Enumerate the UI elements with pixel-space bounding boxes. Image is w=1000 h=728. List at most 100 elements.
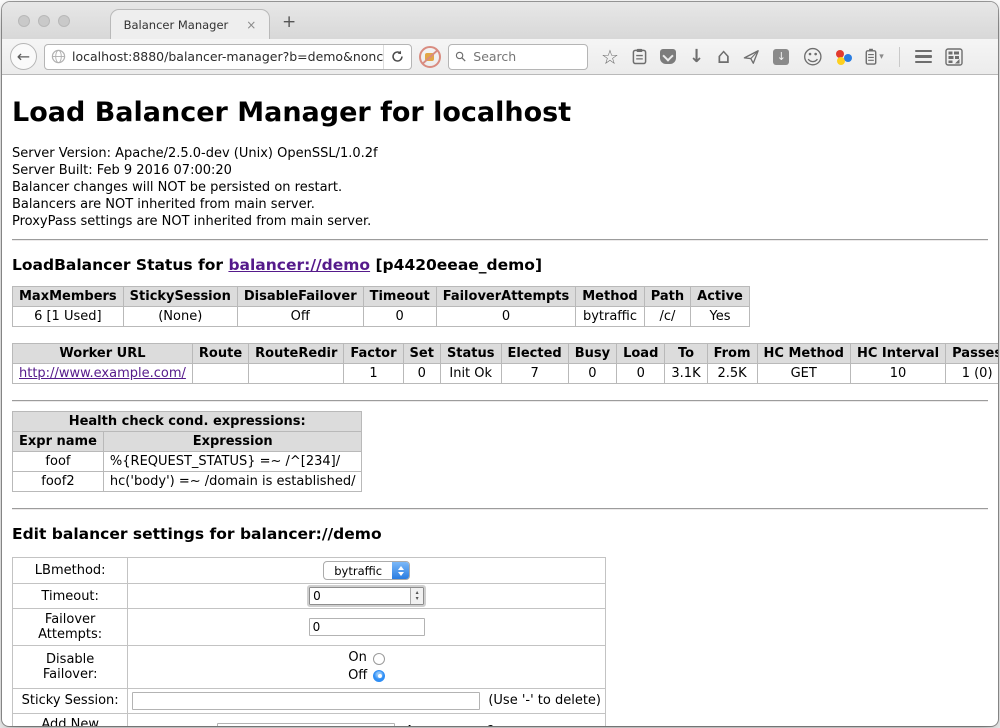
- navigation-toolbar: ← localhost:8880/balancer-manager?b=demo…: [2, 39, 998, 75]
- col-stickysession: StickySession: [123, 287, 237, 307]
- page-content: Load Balancer Manager for localhost Serv…: [2, 75, 998, 726]
- lbmethod-select[interactable]: bytraffic: [323, 561, 410, 580]
- radio-option-on[interactable]: On: [132, 650, 601, 666]
- col-expr-name: Expr name: [13, 432, 104, 452]
- cell-path: /c/: [644, 307, 690, 327]
- form-row-add-worker: Add New Worker: Are you sure?: [13, 713, 606, 726]
- cell-expression: hc('body') =~ /domain is established/: [103, 472, 362, 492]
- container-extension-icon[interactable]: ▾: [865, 48, 884, 65]
- col-disablefailover: DisableFailover: [237, 287, 363, 307]
- back-button[interactable]: ←: [10, 43, 37, 70]
- col-busy: Busy: [568, 344, 616, 364]
- tab-bar: Balancer Manager × +: [2, 2, 998, 39]
- page-title: Load Balancer Manager for localhost: [12, 97, 988, 128]
- col-to: To: [665, 344, 707, 364]
- divider: [12, 508, 988, 510]
- cell-to: 3.1K: [665, 364, 707, 384]
- failover-attempts-input[interactable]: [309, 618, 425, 636]
- minimize-window-button[interactable]: [38, 15, 50, 27]
- health-check-table: Health check cond. expressions: Expr nam…: [12, 411, 362, 492]
- smiley-icon[interactable]: ☺: [802, 47, 823, 67]
- select-stepper-icon: [392, 562, 409, 579]
- worker-url-link[interactable]: http://www.example.com/: [19, 366, 186, 381]
- cell-disablefailover: Off: [237, 307, 363, 327]
- zoom-window-button[interactable]: [58, 15, 70, 27]
- url-text[interactable]: localhost:8880/balancer-manager?b=demo&n…: [72, 49, 383, 64]
- col-method: Method: [576, 287, 644, 307]
- grid-extension-icon[interactable]: [945, 48, 963, 66]
- server-built-line: Server Built: Feb 9 2016 07:00:20: [12, 163, 988, 180]
- radio-on-label: On: [348, 650, 366, 666]
- sticky-session-hint: (Use '-' to delete): [488, 693, 601, 708]
- col-expression: Expression: [103, 432, 362, 452]
- cell-routeredir: [249, 364, 344, 384]
- table-row: http://www.example.com/ 1 0 Init Ok 7 0 …: [13, 364, 999, 384]
- table-row: foof2 hc('body') =~ /domain is establish…: [13, 472, 362, 492]
- col-status: Status: [440, 344, 501, 364]
- persist-notice-line: Balancer changes will NOT be persisted o…: [12, 180, 988, 197]
- table-row: foof %{REQUEST_STATUS} =~ /^[234]/: [13, 452, 362, 472]
- add-worker-input[interactable]: [217, 723, 395, 726]
- table-header-row: MaxMembers StickySession DisableFailover…: [13, 287, 750, 307]
- balancer-demo-link[interactable]: balancer://demo: [228, 256, 370, 274]
- search-bar[interactable]: [448, 44, 588, 70]
- cell-active: Yes: [691, 307, 750, 327]
- form-row-timeout: Timeout: ▴▾: [13, 584, 606, 609]
- col-failoverattempts: FailoverAttempts: [436, 287, 576, 307]
- close-window-button[interactable]: [18, 15, 30, 27]
- sticky-session-input[interactable]: [132, 692, 480, 710]
- search-input[interactable]: [471, 48, 581, 65]
- radio-option-off[interactable]: Off: [132, 668, 601, 684]
- content-blocker-icon[interactable]: [419, 46, 441, 68]
- reload-button[interactable]: [383, 45, 411, 69]
- col-routeredir: RouteRedir: [249, 344, 344, 364]
- timeout-input[interactable]: [310, 588, 410, 604]
- cell-method: bytraffic: [576, 307, 644, 327]
- balancer-status-table: MaxMembers StickySession DisableFailover…: [12, 286, 750, 327]
- cell-status: Init Ok: [440, 364, 501, 384]
- col-load: Load: [617, 344, 665, 364]
- server-version-line: Server Version: Apache/2.5.0-dev (Unix) …: [12, 146, 988, 163]
- cell-stickysession: (None): [123, 307, 237, 327]
- battery-icon: [865, 48, 877, 65]
- browser-window: Balancer Manager × + ← localhost:8880/ba…: [2, 2, 998, 726]
- colored-dots-extension-icon[interactable]: [836, 49, 852, 65]
- status-heading: LoadBalancer Status for balancer://demo …: [12, 256, 988, 274]
- radio-on-button[interactable]: [373, 653, 385, 665]
- tab-balancer-manager[interactable]: Balancer Manager ×: [110, 9, 270, 39]
- extension-download-icon[interactable]: ↓: [773, 49, 789, 65]
- col-passes: Passes: [946, 344, 998, 364]
- col-maxmembers: MaxMembers: [13, 287, 124, 307]
- clipboard-icon[interactable]: [632, 48, 647, 65]
- status-heading-suffix: [p4420eeae_demo]: [370, 256, 542, 274]
- balancer-settings-form: LBmethod: bytraffic Timeout: ▴▾: [12, 557, 606, 726]
- add-worker-label: Add New Worker:: [13, 713, 128, 726]
- radio-off-button[interactable]: [373, 670, 385, 682]
- number-stepper-icon[interactable]: ▴▾: [410, 588, 423, 604]
- close-tab-icon[interactable]: ×: [246, 18, 256, 32]
- col-hc-interval: HC Interval: [850, 344, 945, 364]
- col-elected: Elected: [501, 344, 568, 364]
- pocket-icon[interactable]: [660, 49, 676, 64]
- cell-set: 0: [403, 364, 440, 384]
- table-header-row: Worker URL Route RouteRedir Factor Set S…: [13, 344, 999, 364]
- form-row-failover-attempts: Failover Attempts:: [13, 609, 606, 646]
- url-bar[interactable]: localhost:8880/balancer-manager?b=demo&n…: [44, 44, 412, 70]
- bookmark-star-icon[interactable]: ☆: [601, 47, 619, 67]
- col-from: From: [707, 344, 757, 364]
- inherit-notice-line: Balancers are NOT inherited from main se…: [12, 197, 988, 214]
- downloads-icon[interactable]: ↓: [689, 48, 704, 66]
- home-icon[interactable]: ⌂: [717, 46, 730, 67]
- send-plane-icon[interactable]: [743, 49, 760, 65]
- new-tab-button[interactable]: +: [282, 12, 296, 32]
- col-hc-method: HC Method: [757, 344, 850, 364]
- chevron-down-icon[interactable]: ▾: [879, 52, 884, 62]
- tab-title: Balancer Manager: [124, 18, 229, 32]
- reload-icon: [391, 50, 404, 63]
- search-icon: [455, 50, 466, 63]
- sticky-session-label: Sticky Session:: [13, 688, 128, 713]
- cell-load: 0: [617, 364, 665, 384]
- window-controls[interactable]: [18, 15, 70, 27]
- timeout-label: Timeout:: [13, 584, 128, 609]
- menu-icon[interactable]: [915, 50, 932, 64]
